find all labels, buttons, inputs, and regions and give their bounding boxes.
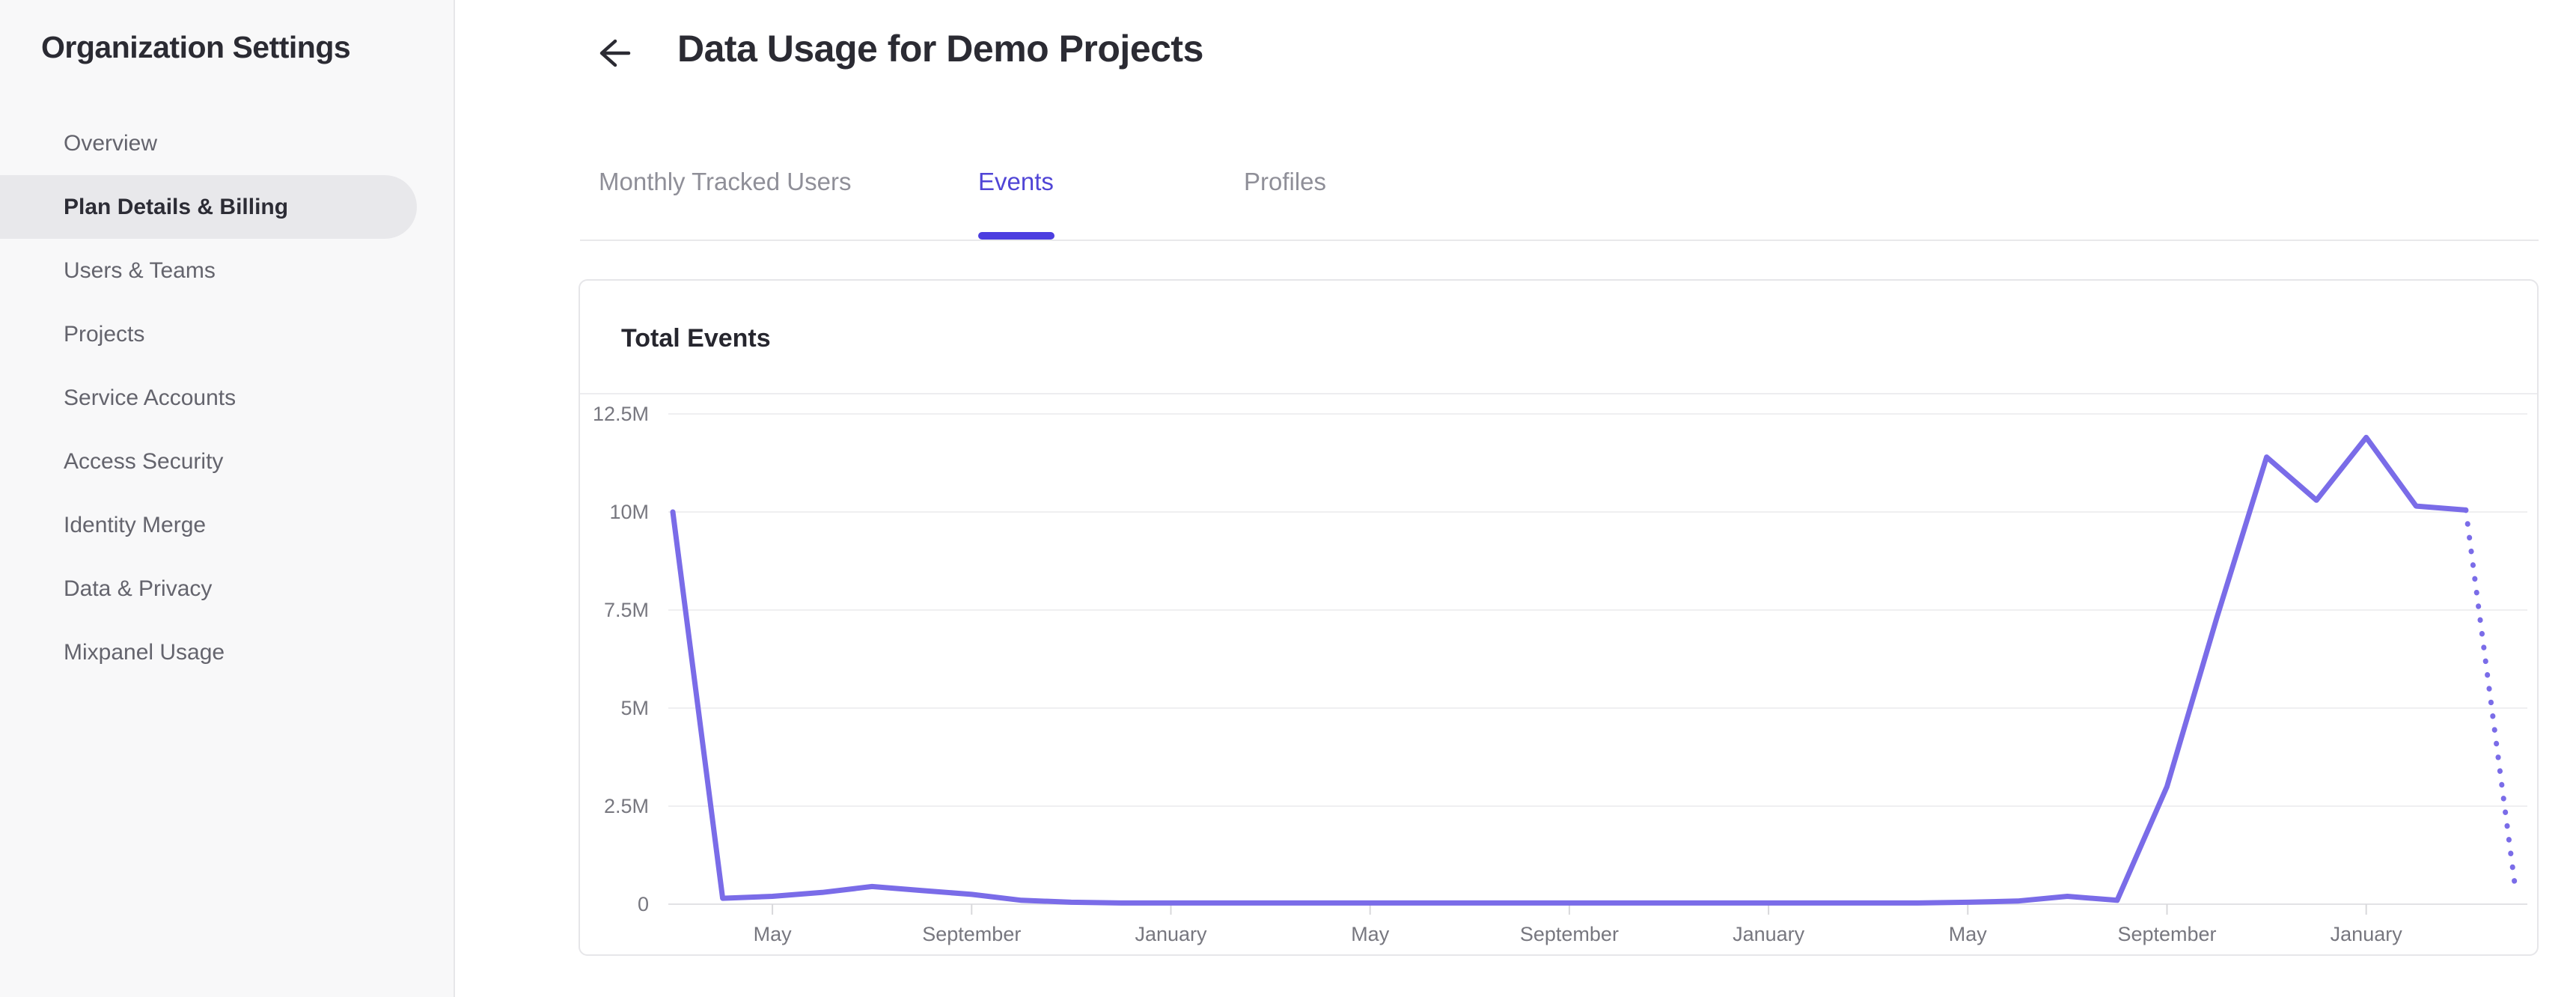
tab-events[interactable]: Events xyxy=(978,168,1054,196)
tab-profiles[interactable]: Profiles xyxy=(1244,168,1326,196)
sidebar-item-overview[interactable]: Overview xyxy=(0,112,417,175)
sidebar-item-projects[interactable]: Projects xyxy=(0,302,417,366)
sidebar-item-mixpanel-usage[interactable]: Mixpanel Usage xyxy=(0,621,417,684)
y-axis-label: 7.5M xyxy=(604,599,649,621)
chart-line-projected xyxy=(2463,507,2518,894)
tab-bar-divider xyxy=(580,240,2539,241)
sidebar-item-data-privacy[interactable]: Data & Privacy xyxy=(0,557,417,621)
x-axis-label: May xyxy=(754,923,793,945)
sidebar-nav: Overview Plan Details & Billing Users & Te… xyxy=(0,112,455,684)
organization-settings-page: Organization Settings Overview Plan Detai… xyxy=(0,0,2576,997)
x-axis-label: September xyxy=(2117,923,2216,945)
y-axis-label: 12.5M xyxy=(593,403,649,425)
sidebar: Organization Settings Overview Plan Detai… xyxy=(0,0,455,997)
sidebar-item-identity-merge[interactable]: Identity Merge xyxy=(0,493,417,557)
x-axis-label: September xyxy=(1520,923,1619,945)
x-axis-label: September xyxy=(922,923,1021,945)
x-axis-label: May xyxy=(1351,923,1390,945)
card-title: Total Events xyxy=(621,324,771,353)
active-tab-underline xyxy=(978,232,1054,240)
x-axis-label: January xyxy=(1733,923,1805,945)
total-events-line-chart: 0 2.5M 5M 7.5M 10M 12.5M May September January Ma… xyxy=(580,394,2537,954)
y-axis-label: 10M xyxy=(609,501,649,523)
page-title: Data Usage for Demo Projects xyxy=(677,28,1203,70)
x-axis-label: January xyxy=(1135,923,1207,945)
card-header: Total Events xyxy=(580,281,2537,394)
y-axis-label: 0 xyxy=(638,893,649,915)
chart-line xyxy=(670,434,2469,906)
tab-monthly-tracked-users[interactable]: Monthly Tracked Users xyxy=(599,168,851,196)
sidebar-item-plan-details-billing[interactable]: Plan Details & Billing xyxy=(0,175,417,239)
sidebar-item-service-accounts[interactable]: Service Accounts xyxy=(0,366,417,430)
y-axis-label: 2.5M xyxy=(604,795,649,817)
sidebar-item-users-teams[interactable]: Users & Teams xyxy=(0,239,417,302)
sidebar-title: Organization Settings xyxy=(41,30,351,64)
y-axis-label: 5M xyxy=(620,697,649,719)
total-events-card: Total Events 0 2.5M 5M 7.5M 10M 12.5M May Septe… xyxy=(579,279,2539,956)
sidebar-item-access-security[interactable]: Access Security xyxy=(0,430,417,493)
x-axis-label: January xyxy=(2331,923,2403,945)
back-button[interactable] xyxy=(593,33,634,73)
left-arrow-icon xyxy=(593,39,634,76)
x-axis-label: May xyxy=(1949,923,1988,945)
